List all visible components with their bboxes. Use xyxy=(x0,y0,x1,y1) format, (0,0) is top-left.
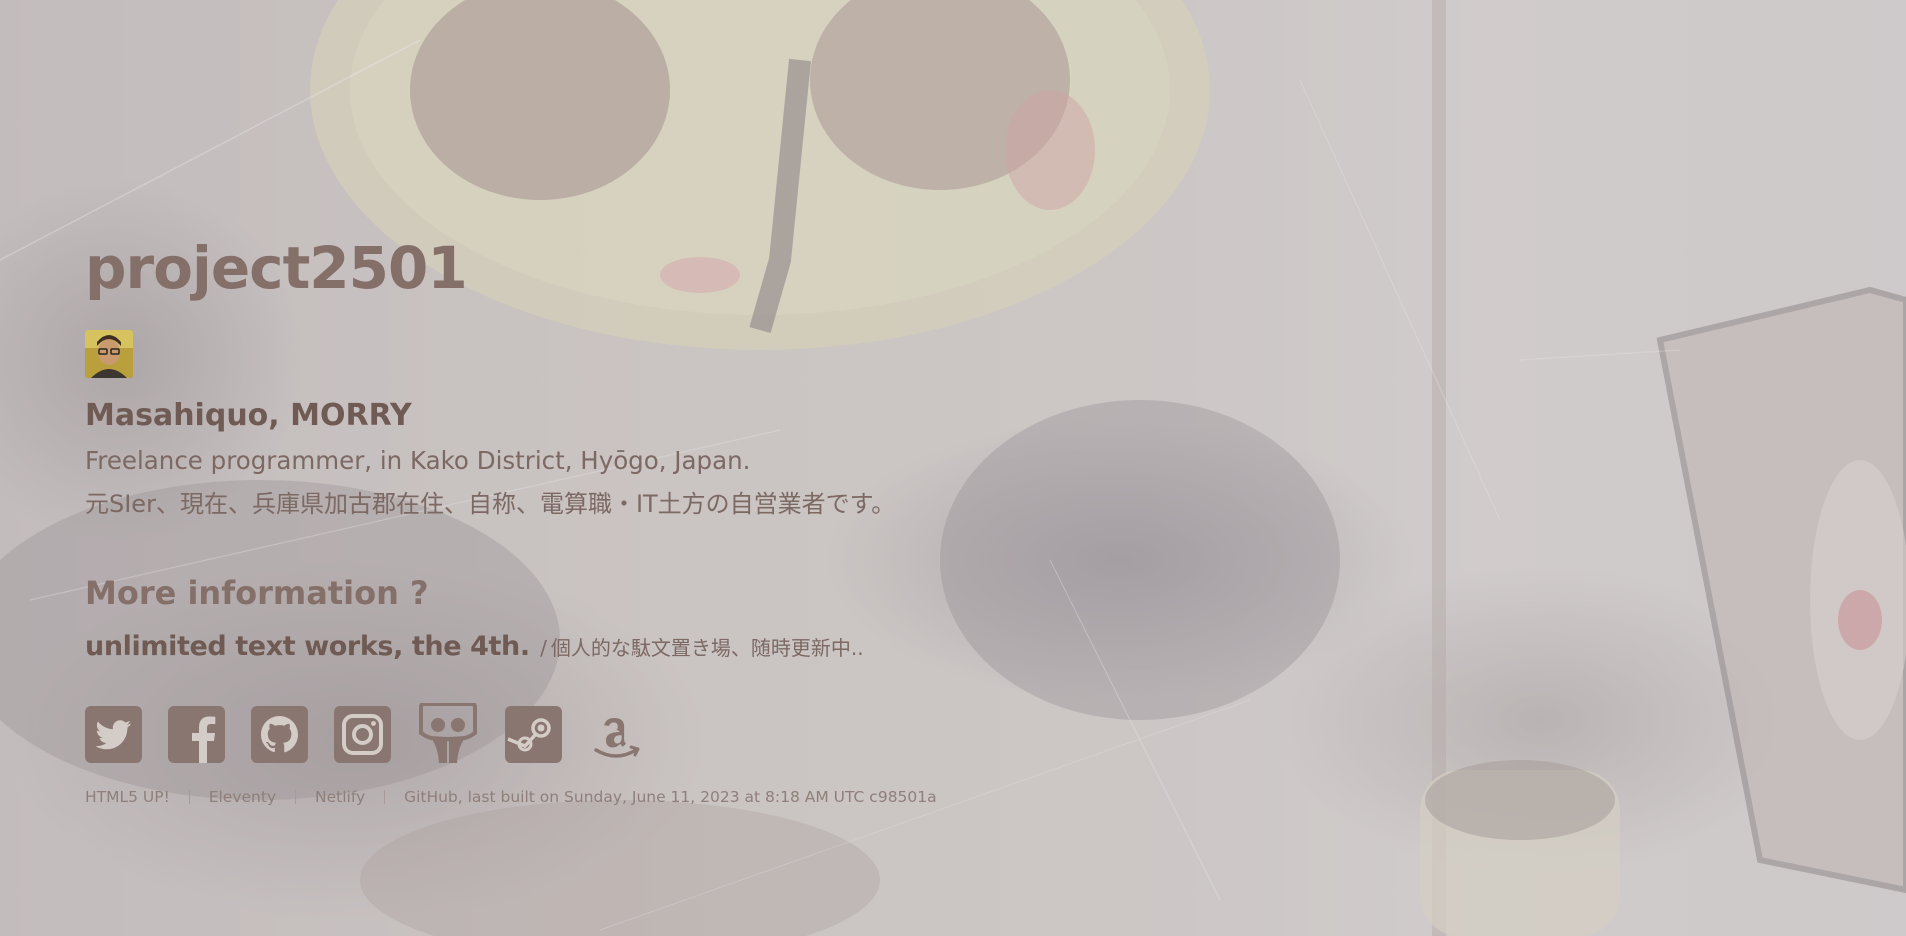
footer-divider xyxy=(384,790,386,804)
amazon-link[interactable] xyxy=(588,706,645,763)
facebook-icon xyxy=(168,705,225,763)
author-name: Masahiquo, MORRY xyxy=(85,398,412,433)
credit-link-html5up[interactable]: HTML5 UP! xyxy=(85,788,170,806)
author-tagline-japanese: 元SIer、現在、兵庫県加古郡在住、自称、電算職・IT土方の自営業者です。 xyxy=(85,490,896,518)
github-icon xyxy=(251,705,308,763)
steam-link[interactable] xyxy=(505,705,562,763)
footer-divider xyxy=(188,790,190,804)
main-content: project2501 Masahiquo, MORRY Freelance p… xyxy=(85,232,1185,807)
slideshare-link[interactable] xyxy=(417,703,479,765)
link-separator: / xyxy=(540,636,547,660)
blog-link[interactable]: unlimited text works, the 4th. xyxy=(85,631,530,662)
twitter-link[interactable] xyxy=(85,705,142,763)
blog-description: 個人的な駄文置き場、随時更新中.. xyxy=(550,636,864,660)
instagram-icon xyxy=(334,705,391,763)
twitter-icon xyxy=(85,705,142,763)
footer-credits: HTML5 UP! Eleventy Netlify GitHub, last … xyxy=(85,787,1185,807)
slideshare-icon xyxy=(419,703,477,763)
credit-link-netlify[interactable]: Netlify xyxy=(315,788,365,806)
site-title: project2501 xyxy=(85,234,468,302)
instagram-link[interactable] xyxy=(334,705,391,763)
footer-divider xyxy=(295,790,297,804)
build-info-link[interactable]: GitHub, last built on Sunday, June 11, 2… xyxy=(404,788,937,806)
blog-link-line: unlimited text works, the 4th. / 個人的な駄文置き… xyxy=(85,630,1185,665)
avatar xyxy=(85,330,133,378)
github-link[interactable] xyxy=(251,705,308,763)
more-information-heading: More information ? xyxy=(85,574,429,612)
amazon-icon xyxy=(594,717,640,758)
facebook-link[interactable] xyxy=(168,705,225,763)
steam-icon xyxy=(505,705,562,763)
social-links xyxy=(85,703,1185,765)
credit-link-eleventy[interactable]: Eleventy xyxy=(209,788,276,806)
author-tagline: Freelance programmer, in Kako District, … xyxy=(85,446,751,475)
